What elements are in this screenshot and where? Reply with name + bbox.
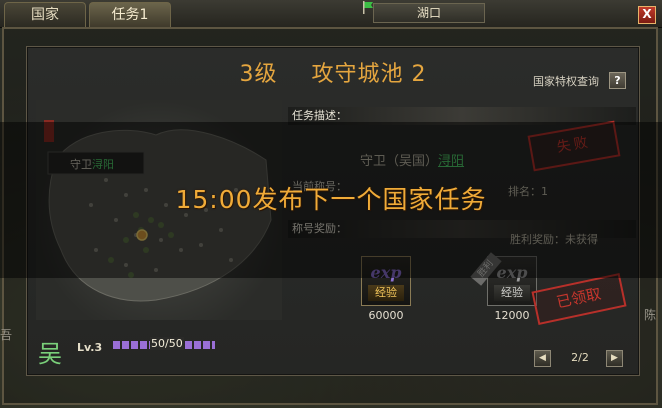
task-name: 攻守城池 2 bbox=[311, 62, 427, 87]
page-prev-button[interactable]: ◀ bbox=[534, 350, 551, 367]
reward-label: 经验 bbox=[494, 285, 530, 301]
player-level: Lv.3 bbox=[77, 341, 103, 354]
privilege-query-link[interactable]: 国家特权查询 bbox=[533, 73, 599, 89]
reward-label: 经验 bbox=[368, 285, 404, 301]
close-button[interactable]: X bbox=[638, 6, 656, 24]
player-faction: 吴 bbox=[38, 340, 62, 368]
page-indicator: 2/2 bbox=[571, 351, 589, 364]
announcement-text: 15:00发布下一个国家任务 bbox=[175, 185, 487, 214]
world-text-left: 吾 bbox=[0, 328, 13, 342]
location-name: 湖口 bbox=[373, 3, 485, 23]
task-level: 3级 bbox=[239, 62, 278, 87]
page-next-button[interactable]: ▶ bbox=[606, 350, 623, 367]
tab-country[interactable]: 国家 bbox=[4, 2, 86, 27]
reward-value: 60000 bbox=[368, 309, 404, 322]
xp-text: 50/50 bbox=[150, 337, 184, 350]
help-button[interactable]: ? bbox=[609, 72, 626, 89]
reward-value: 12000 bbox=[494, 309, 530, 322]
world-text-right: 陈 bbox=[644, 308, 657, 322]
tab-task[interactable]: 任务1 bbox=[89, 2, 171, 27]
